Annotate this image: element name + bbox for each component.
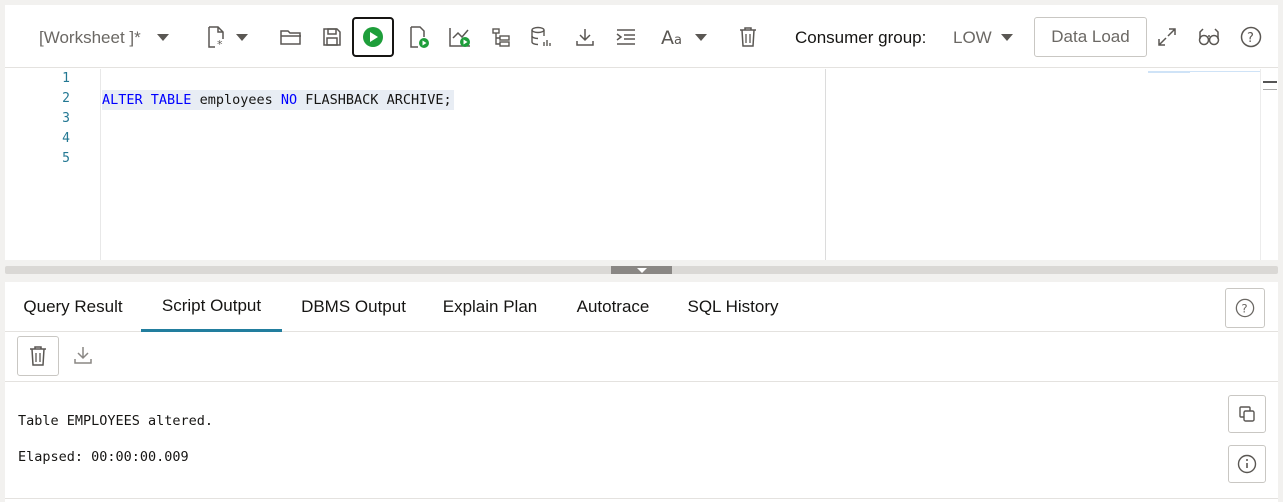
autotrace-icon[interactable] <box>487 18 515 56</box>
clear-output-button[interactable] <box>17 336 59 376</box>
open-folder-icon[interactable] <box>277 18 305 56</box>
help-icon: ? <box>1235 298 1255 318</box>
splitter-handle[interactable] <box>611 266 672 274</box>
svg-text:?: ? <box>1247 31 1254 46</box>
scrollbar-cursor-marker <box>1263 89 1277 90</box>
run-statement-icon <box>363 27 383 47</box>
output-help-button[interactable]: ? <box>1225 288 1265 328</box>
code-line[interactable]: ALTER TABLE employees NO FLASHBACK ARCHI… <box>102 90 454 110</box>
binoculars-icon[interactable] <box>1195 18 1223 56</box>
sql-keyword: NO <box>280 92 298 108</box>
expand-icon[interactable] <box>1153 18 1181 56</box>
svg-text:a: a <box>674 33 682 47</box>
clear-icon[interactable] <box>734 18 762 56</box>
tab-sql-history[interactable]: SQL History <box>683 282 783 332</box>
tab-query-result[interactable]: Query Result <box>17 282 129 332</box>
line-number-gutter: 1 2 3 4 5 <box>5 69 101 260</box>
sql-keyword: TABLE <box>150 92 192 108</box>
output-line: Table EMPLOYEES altered. <box>18 413 214 429</box>
worksheet-dropdown-chevron-icon[interactable] <box>155 18 171 56</box>
output-line: Elapsed: 00:00:00.009 <box>18 449 189 465</box>
new-file-dropdown-chevron-icon[interactable] <box>234 18 250 56</box>
explain-plan-icon[interactable] <box>445 18 475 56</box>
worksheet-frame: [Worksheet ]* * A a Consumer group: LOW … <box>5 5 1278 502</box>
editor-scrollbar[interactable] <box>1260 69 1278 260</box>
consumer-group-chevron-icon[interactable] <box>999 18 1015 56</box>
output-tabs: Query Result Script Output DBMS Output E… <box>5 282 1278 332</box>
tab-autotrace[interactable]: Autotrace <box>569 282 657 332</box>
font-size-icon[interactable]: Aa <box>659 18 689 56</box>
pane-splitter[interactable] <box>5 260 1278 282</box>
consumer-group-select[interactable]: LOW <box>953 28 992 48</box>
save-icon[interactable] <box>318 18 346 56</box>
bottom-divider <box>5 498 1278 499</box>
copy-icon <box>1239 406 1255 422</box>
line-number: 5 <box>62 151 70 166</box>
tab-explain-plan[interactable]: Explain Plan <box>440 282 540 332</box>
svg-text:*: * <box>217 38 223 49</box>
new-file-icon[interactable]: * <box>202 18 230 56</box>
download-icon[interactable] <box>571 18 599 56</box>
format-icon[interactable] <box>612 18 640 56</box>
sql-identifier: ARCHIVE; <box>386 92 452 108</box>
minimap-marker <box>1190 71 1260 72</box>
svg-text:A: A <box>661 27 674 47</box>
sql-tuning-icon[interactable] <box>527 18 555 56</box>
font-size-dropdown-chevron-icon[interactable] <box>693 18 709 56</box>
toolbar: [Worksheet ]* * A a Consumer group: LOW … <box>5 5 1278 68</box>
output-toolbar <box>5 333 1278 382</box>
help-icon[interactable]: ? <box>1237 18 1265 56</box>
download-output-icon[interactable] <box>73 345 93 370</box>
line-number: 2 <box>62 91 70 106</box>
minimap-marker <box>1148 71 1190 73</box>
code-editor[interactable]: 1 2 3 4 5 ALTER TABLE employees NO FLASH… <box>5 69 1278 260</box>
sql-identifier: employees <box>199 92 273 108</box>
worksheet-selector[interactable]: [Worksheet ]* <box>39 28 141 48</box>
tab-script-output[interactable]: Script Output <box>141 282 282 332</box>
output-info-button[interactable] <box>1228 445 1266 483</box>
script-output-panel: Table EMPLOYEES altered. Elapsed: 00:00:… <box>5 383 1278 498</box>
run-script-icon[interactable] <box>405 18 433 56</box>
collapse-triangle-icon <box>636 267 647 273</box>
run-statement-button[interactable] <box>352 17 394 57</box>
scrollbar-cursor-marker <box>1263 81 1277 83</box>
sql-keyword: ALTER <box>102 92 143 108</box>
line-number: 1 <box>62 71 70 86</box>
trash-icon <box>30 346 46 366</box>
sql-identifier: FLASHBACK <box>305 92 379 108</box>
line-number: 4 <box>62 131 70 146</box>
editor-divider <box>825 69 826 260</box>
svg-text:?: ? <box>1241 302 1247 316</box>
tab-dbms-output[interactable]: DBMS Output <box>295 282 412 332</box>
info-icon <box>1237 454 1257 474</box>
consumer-group-label: Consumer group: <box>795 28 927 47</box>
line-number: 3 <box>62 111 70 126</box>
copy-output-button[interactable] <box>1228 395 1266 433</box>
data-load-button[interactable]: Data Load <box>1034 17 1147 57</box>
